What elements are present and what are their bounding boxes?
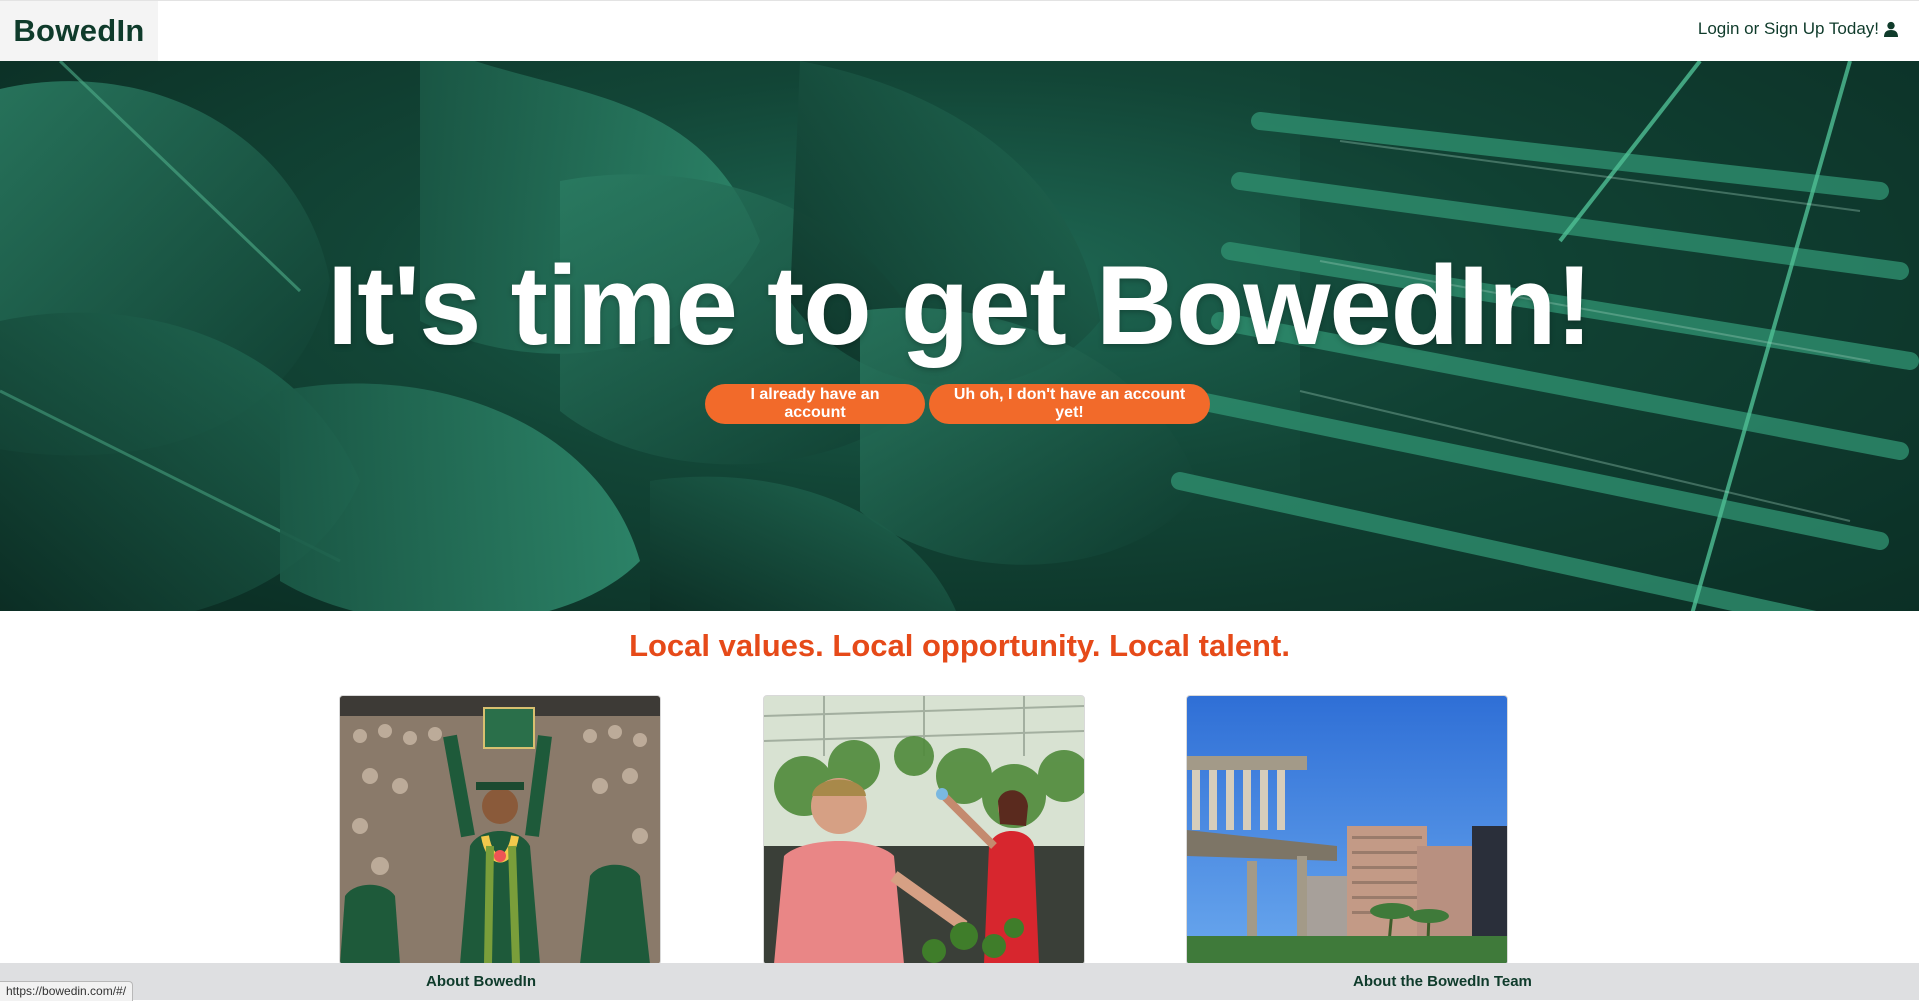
no-account-signup-button[interactable]: Uh oh, I don't have an account yet! (929, 384, 1210, 424)
footer-team-link[interactable]: About the BowedIn Team (1353, 973, 1532, 990)
hero-button-group: I already have an account Uh oh, I don't… (0, 384, 1919, 424)
greenhouse-photo (764, 696, 1084, 964)
footer-about-link[interactable]: About BowedIn (426, 973, 536, 990)
status-bar-url: https://bowedin.com/#/ (0, 981, 134, 1001)
top-navbar: BowedIn Login or Sign Up Today! (0, 0, 1919, 61)
user-icon (1883, 21, 1899, 37)
card-greenhouse (763, 695, 1085, 965)
have-account-button[interactable]: I already have an account (705, 384, 925, 424)
city-buildings-photo (1187, 696, 1507, 964)
footer-bar: About BowedIn About the BowedIn Team (0, 963, 1919, 1000)
login-signup-link[interactable]: Login or Sign Up Today! (1698, 19, 1899, 39)
card-city (1186, 695, 1508, 965)
login-signup-label: Login or Sign Up Today! (1697, 19, 1879, 38)
graduate-photo (340, 696, 660, 964)
brand-logo-link[interactable]: BowedIn (0, 1, 158, 61)
hero-title: It's time to get BowedIn! (327, 243, 1593, 368)
hero-banner: It's time to get BowedIn! I already have… (0, 61, 1919, 611)
card-graduate (339, 695, 661, 965)
tagline: Local values. Local opportunity. Local t… (629, 628, 1290, 663)
